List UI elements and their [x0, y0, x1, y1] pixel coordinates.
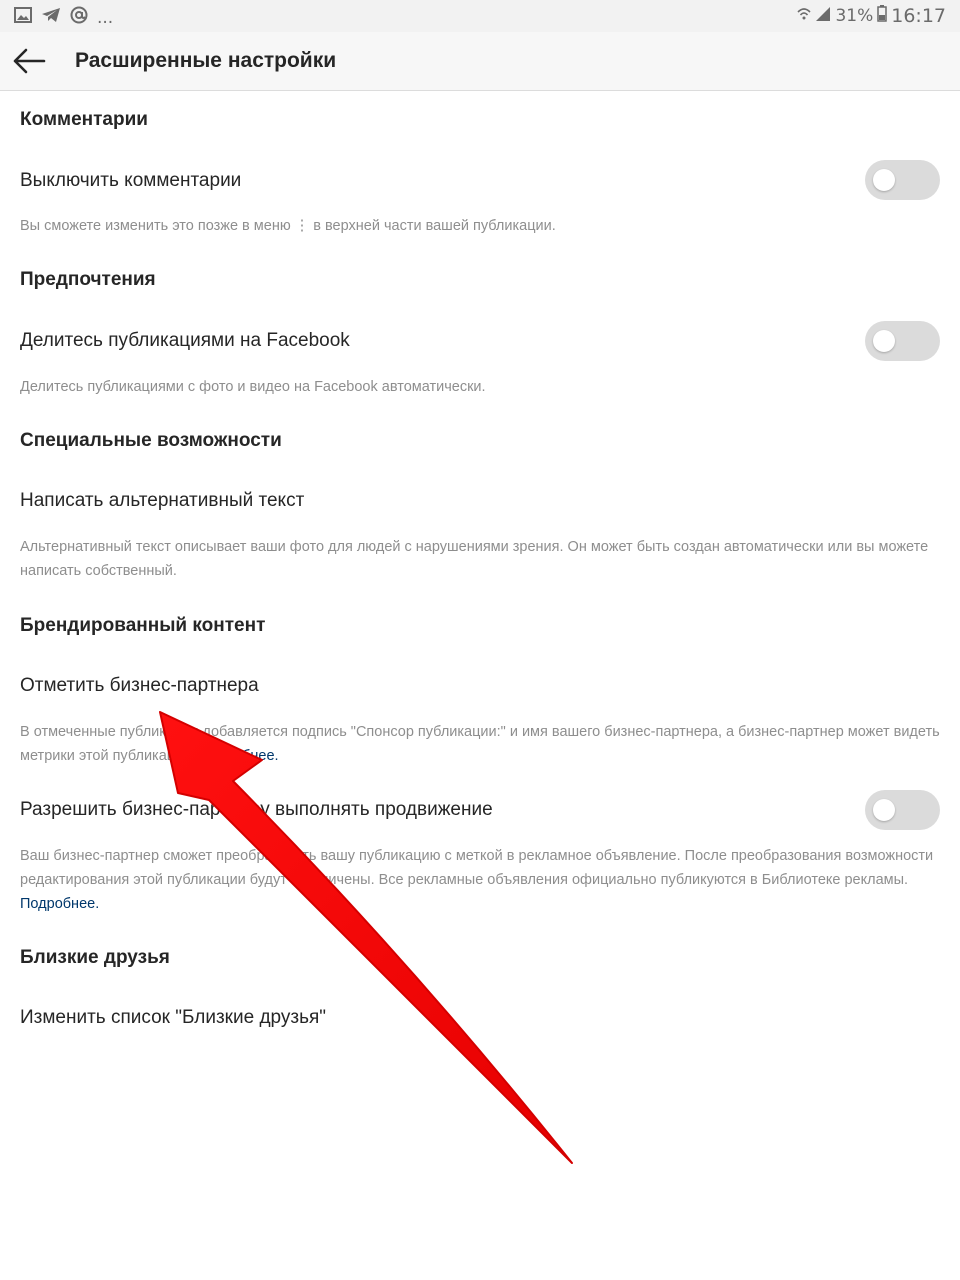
annotation-arrow [159, 711, 573, 1164]
